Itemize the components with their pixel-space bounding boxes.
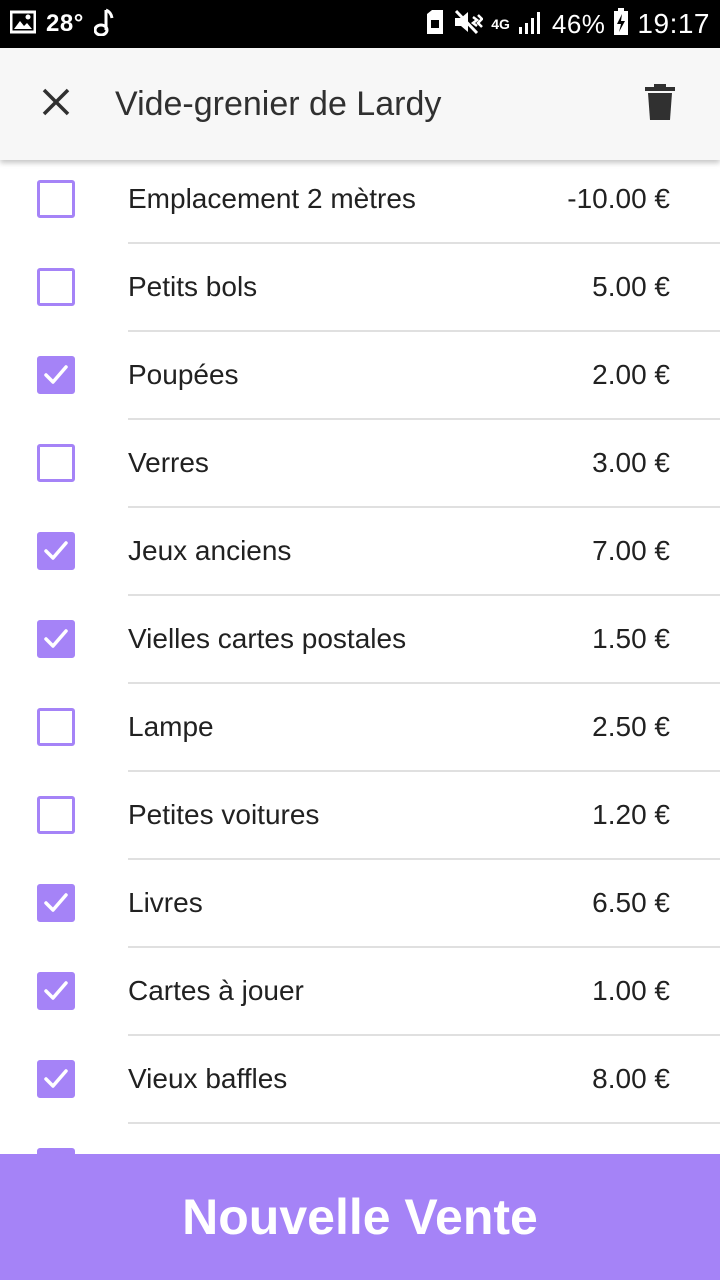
- close-button[interactable]: [26, 74, 86, 134]
- status-bar: 28° 4G 46% 19:17: [0, 0, 720, 48]
- delete-button[interactable]: [630, 74, 690, 134]
- item-label: Verres: [128, 447, 209, 478]
- list-item[interactable]: Petits bols 5.00 €: [0, 244, 720, 332]
- close-icon: [41, 87, 71, 122]
- item-price: 1.00 €: [592, 975, 670, 1006]
- signal-icon: [518, 9, 544, 40]
- item-price: 2.50 €: [592, 711, 670, 742]
- list-item[interactable]: Vieux baffles 8.00 €: [0, 1036, 720, 1124]
- item-price: 1.20 €: [592, 799, 670, 830]
- check-icon: [42, 361, 70, 389]
- check-icon: [42, 537, 70, 565]
- list-item[interactable]: Verres 3.00 €: [0, 420, 720, 508]
- item-list: Emplacement 2 mètres -10.00 € Petits bol…: [0, 156, 720, 1156]
- item-label: Vielles cartes postales: [128, 623, 407, 654]
- item-checkbox[interactable]: [37, 620, 75, 658]
- item-checkbox[interactable]: [37, 972, 75, 1010]
- status-bar-right: 4G 46% 19:17: [417, 0, 710, 48]
- sim-icon: [425, 9, 445, 40]
- item-label: Emplacement 2 mètres: [128, 183, 416, 214]
- gallery-icon: [9, 10, 37, 39]
- item-checkbox[interactable]: [37, 444, 75, 482]
- list-item[interactable]: Cartes à jouer 1.00 €: [0, 948, 720, 1036]
- item-checkbox[interactable]: [37, 180, 75, 218]
- item-label: Cartes à jouer: [128, 975, 304, 1006]
- list-item[interactable]: Lampe 2.50 €: [0, 684, 720, 772]
- list-item[interactable]: Livres 6.50 €: [0, 860, 720, 948]
- item-price: -10.00 €: [567, 183, 670, 214]
- temperature: 28°: [46, 10, 84, 37]
- item-label: Livres: [128, 887, 203, 918]
- list-item[interactable]: [0, 1124, 720, 1156]
- item-checkbox[interactable]: [37, 708, 75, 746]
- list-item[interactable]: Petites voitures 1.20 €: [0, 772, 720, 860]
- item-checkbox[interactable]: [37, 796, 75, 834]
- mute-vibrate-icon: [453, 9, 484, 40]
- item-label: Petits bols: [128, 271, 258, 302]
- item-price: 3.00 €: [592, 447, 670, 478]
- item-label: Petites voitures: [128, 799, 320, 830]
- battery-charging-icon: [613, 7, 629, 41]
- app-bar: Vide-grenier de Lardy: [0, 48, 720, 160]
- item-checkbox[interactable]: [37, 1060, 75, 1098]
- screen: 28° 4G 46% 19:17 Vide-grenier de Lardy E…: [0, 0, 720, 1280]
- item-price: 1.50 €: [592, 623, 670, 654]
- music-note-icon: [93, 8, 114, 41]
- item-checkbox[interactable]: [37, 532, 75, 570]
- check-icon: [42, 1065, 70, 1093]
- item-checkbox[interactable]: [37, 268, 75, 306]
- list-item[interactable]: Jeux anciens 7.00 €: [0, 508, 720, 596]
- check-icon: [42, 977, 70, 1005]
- status-bar-left: 28°: [9, 0, 124, 48]
- clock: 19:17: [637, 8, 710, 39]
- item-label: Poupées: [128, 359, 239, 390]
- item-price: 7.00 €: [592, 535, 670, 566]
- battery-percent: 46%: [551, 8, 606, 39]
- item-label: Vieux baffles: [128, 1063, 288, 1094]
- list-item[interactable]: Vielles cartes postales 1.50 €: [0, 596, 720, 684]
- item-price: 6.50 €: [592, 887, 670, 918]
- network-type: 4G: [491, 16, 510, 32]
- trash-icon: [645, 83, 675, 125]
- list-item[interactable]: Poupées 2.00 €: [0, 332, 720, 420]
- item-price: 2.00 €: [592, 359, 670, 390]
- list-item[interactable]: Emplacement 2 mètres -10.00 €: [0, 156, 720, 244]
- item-label: Lampe: [128, 711, 214, 742]
- item-price: 8.00 €: [592, 1063, 670, 1094]
- check-icon: [42, 625, 70, 653]
- item-checkbox[interactable]: [37, 884, 75, 922]
- check-icon: [42, 889, 70, 917]
- page-title: Vide-grenier de Lardy: [115, 84, 442, 123]
- item-price: 5.00 €: [592, 271, 670, 302]
- new-sale-button[interactable]: Nouvelle Vente: [0, 1154, 720, 1280]
- item-label: Jeux anciens: [128, 535, 292, 566]
- item-checkbox[interactable]: [37, 356, 75, 394]
